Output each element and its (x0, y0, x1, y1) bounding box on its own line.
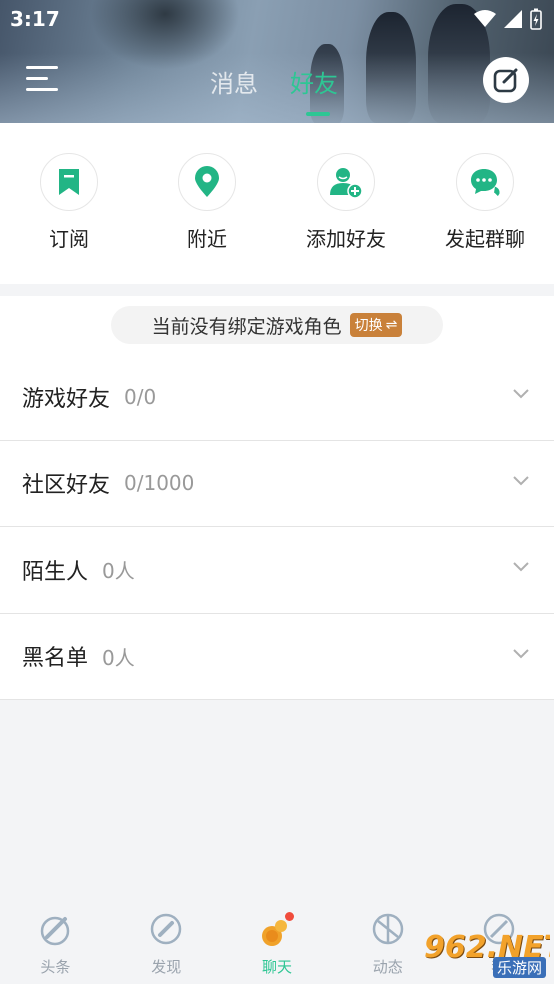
bind-notice: 当前没有绑定游戏角色 切换 ⇌ (111, 306, 443, 344)
tab-messages[interactable]: 消息 (210, 64, 258, 99)
friend-group-community[interactable]: 社区好友 0/1000 (0, 441, 554, 527)
status-time: 3:17 (10, 7, 60, 31)
menu-icon[interactable] (26, 64, 60, 94)
group-count: 0/1000 (124, 471, 195, 496)
nav-chat[interactable]: 聊天 (222, 900, 333, 984)
switch-role-label: 切换 (354, 318, 383, 334)
group-name: 黑名单 (22, 646, 89, 672)
quick-actions: 订阅 附近 添加好友 发起群聊 (0, 123, 554, 284)
friend-group-blacklist[interactable]: 黑名单 0人 (0, 614, 554, 700)
swap-arrows-icon: ⇌ (385, 317, 398, 333)
group-name: 陌生人 (22, 559, 89, 585)
bind-notice-area: 当前没有绑定游戏角色 切换 ⇌ (0, 296, 554, 354)
group-name: 社区好友 (22, 473, 111, 499)
header: 3:17 消息 好友 (0, 0, 554, 123)
quick-action-label: 添加好友 (306, 227, 386, 251)
nav-label: 头条 (40, 958, 71, 976)
friend-group-list: 游戏好友 0/0 社区好友 0/1000 陌生人 0人 黑名单 0人 (0, 354, 554, 700)
discover-icon (147, 910, 185, 948)
chevron-down-icon (513, 389, 529, 399)
chevron-down-icon (513, 648, 529, 658)
wifi-icon (474, 10, 496, 27)
nav-headlines[interactable]: 头条 (0, 900, 111, 984)
add-friend-icon (330, 168, 363, 199)
battery-icon (530, 8, 542, 30)
tab-indicator (306, 112, 330, 116)
group-name: 游戏好友 (22, 386, 111, 412)
group-chat-icon (471, 169, 501, 198)
friend-group-game[interactable]: 游戏好友 0/0 (0, 354, 554, 441)
bind-notice-text: 当前没有绑定游戏角色 (151, 315, 342, 338)
quick-action-label: 附近 (187, 227, 227, 251)
quick-action-subscribe[interactable]: 订阅 (9, 153, 129, 252)
tab-friends[interactable]: 好友 (290, 64, 338, 99)
chevron-down-icon (513, 475, 529, 485)
nav-label: 聊天 (261, 958, 292, 976)
chat-unread-dot (285, 912, 294, 921)
quick-action-label: 发起群聊 (445, 227, 525, 251)
nav-discover[interactable]: 发现 (111, 900, 222, 984)
header-tabs: 消息 好友 (210, 64, 338, 99)
quick-action-nearby[interactable]: 附近 (147, 153, 267, 252)
compose-button[interactable] (483, 57, 529, 103)
quick-action-add-friend[interactable]: 添加好友 (286, 153, 406, 252)
bookmark-icon (59, 169, 79, 195)
signal-icon (504, 10, 522, 28)
group-count: 0人 (102, 645, 135, 670)
location-pin-icon (195, 166, 219, 197)
chevron-down-icon (513, 562, 529, 572)
watermark-sub: 乐游网 (492, 957, 546, 978)
site-watermark: 962.NET 乐游网 (418, 928, 550, 980)
group-count: 0/0 (124, 384, 157, 409)
switch-role-button[interactable]: 切换 ⇌ (349, 313, 403, 337)
feed-icon (369, 910, 407, 948)
status-bar: 3:17 (0, 0, 554, 38)
edit-icon (493, 68, 518, 93)
quick-action-group-chat[interactable]: 发起群聊 (425, 153, 545, 252)
headlines-icon (36, 910, 74, 948)
group-count: 0人 (102, 559, 135, 584)
quick-action-label: 订阅 (49, 227, 89, 251)
nav-label: 发现 (151, 958, 182, 976)
friend-group-strangers[interactable]: 陌生人 0人 (0, 527, 554, 614)
